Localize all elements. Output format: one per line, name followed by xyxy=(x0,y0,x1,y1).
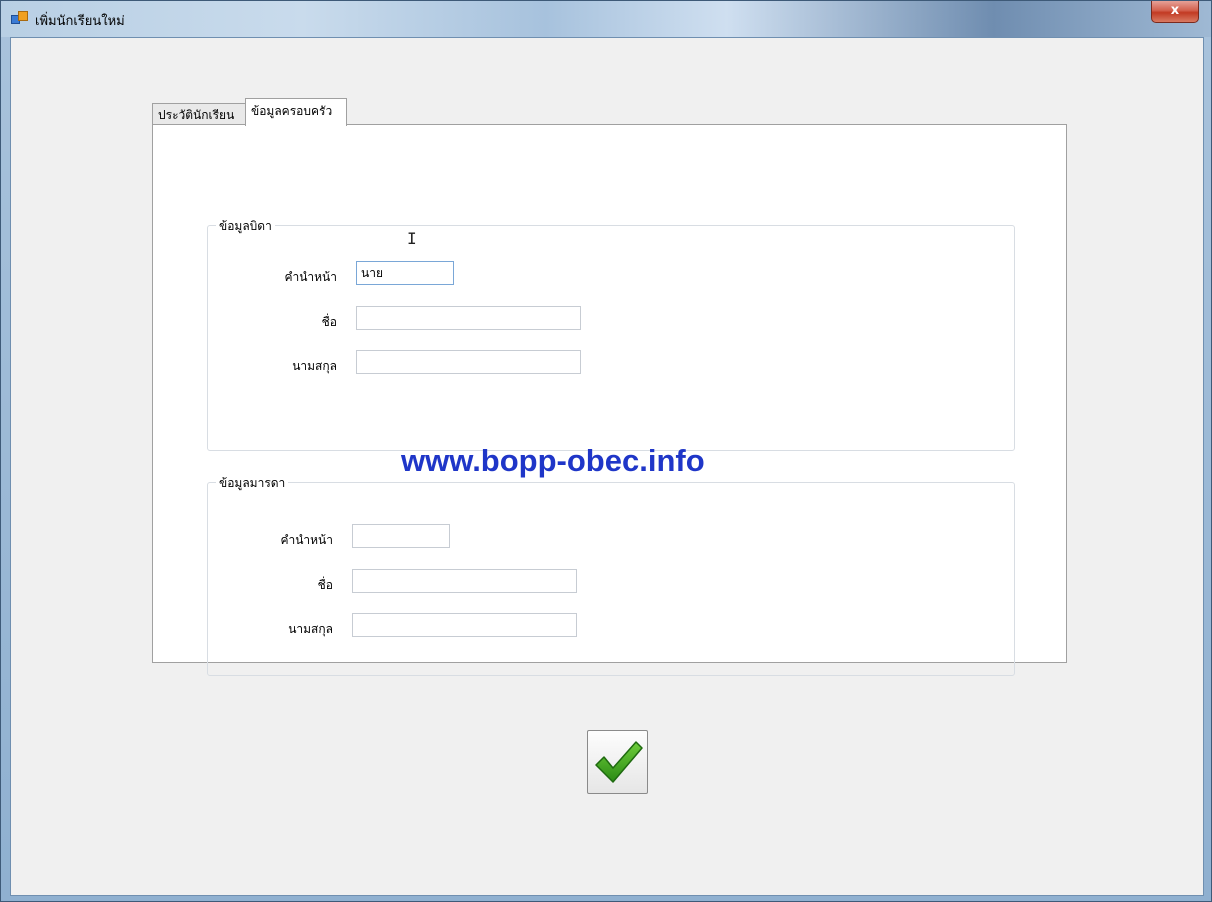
father-lastname-label: นามสกุล xyxy=(292,359,337,373)
father-lastname-input[interactable] xyxy=(356,350,581,374)
text-cursor-icon: I xyxy=(407,229,417,248)
tab-student-history[interactable]: ประวัตินักเรียน xyxy=(152,103,247,125)
father-prefix-input[interactable] xyxy=(356,261,454,285)
mother-prefix-label: คำนำหน้า xyxy=(280,533,333,547)
window-title: เพิ่มนักเรียนใหม่ xyxy=(35,14,125,29)
tab-family-info[interactable]: ข้อมูลครอบครัว xyxy=(245,98,347,126)
watermark-text: www.bopp-obec.info xyxy=(401,443,705,478)
father-firstname-label: ชื่อ xyxy=(321,315,337,329)
mother-firstname-input[interactable] xyxy=(352,569,577,593)
father-group-title: ข้อมูลบิดา xyxy=(216,217,275,236)
mother-group-title: ข้อมูลมารดา xyxy=(216,474,289,493)
father-group: ข้อมูลบิดา xyxy=(207,217,1015,451)
mother-lastname-label: นามสกุล xyxy=(288,622,333,636)
tab-page-family: ข้อมูลบิดา คำนำหน้า ชื่อ นามสกุล ข้อมูลม… xyxy=(152,124,1067,676)
close-button[interactable]: x xyxy=(1151,1,1199,23)
mother-firstname-label: ชื่อ xyxy=(317,578,333,592)
app-window: เพิ่มนักเรียนใหม่ x ประวัตินักเรียน ข้อม… xyxy=(0,0,1212,902)
father-firstname-input[interactable] xyxy=(356,306,581,330)
mother-lastname-input[interactable] xyxy=(352,613,577,637)
app-icon xyxy=(11,11,28,25)
title-bar[interactable]: เพิ่มนักเรียนใหม่ x xyxy=(1,1,1211,37)
mother-prefix-input[interactable] xyxy=(352,524,450,548)
confirm-button[interactable] xyxy=(587,730,648,794)
father-prefix-label: คำนำหน้า xyxy=(284,270,337,284)
checkmark-icon xyxy=(595,741,643,783)
